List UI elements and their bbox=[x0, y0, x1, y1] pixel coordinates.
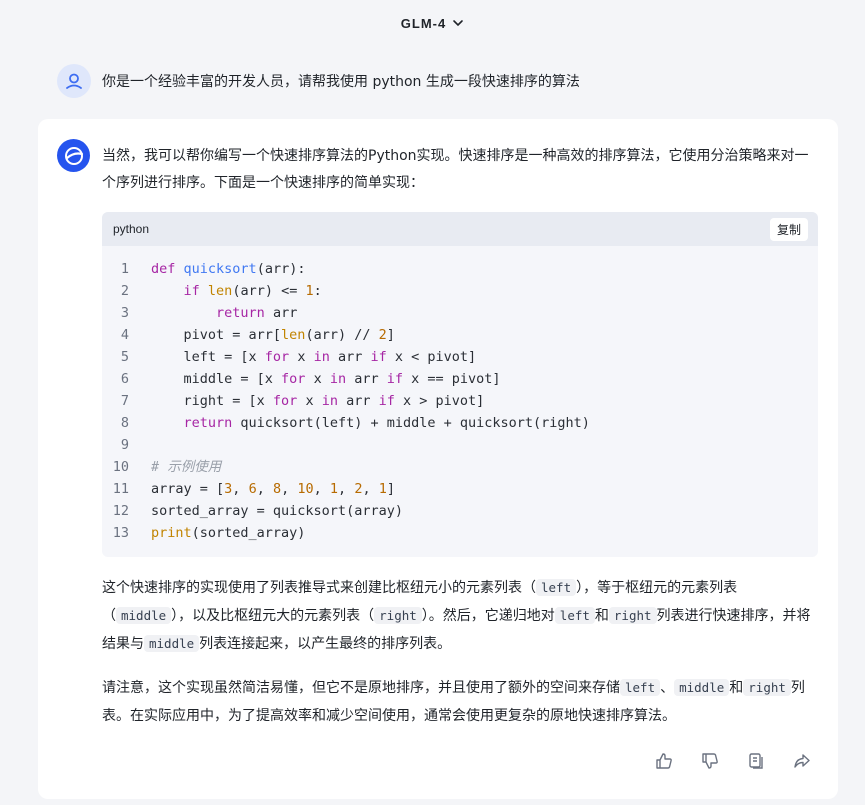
code-text: return quicksort(left) + middle + quicks… bbox=[183, 415, 590, 431]
line-number: 10 bbox=[112, 459, 129, 475]
para2-text-1: 请注意，这个实现虽然简洁易懂，但它不是原地排序，并且使用了额外的空间来存储 bbox=[102, 680, 620, 696]
code-text: if len(arr) <= 1: bbox=[183, 283, 322, 299]
code-body: 1 def quicksort(arr): 2 if len(arr) <= 1: 3… bbox=[102, 246, 818, 544]
code-line: 2 if len(arr) <= 1: bbox=[102, 280, 818, 302]
code-line: 6 middle = [x for x in arr if x == pivot… bbox=[102, 368, 818, 390]
chevron-down-icon bbox=[453, 20, 464, 27]
code-line: 7 right = [x for x in arr if x > pivot] bbox=[102, 390, 818, 412]
explanation-paragraph: 这个快速排序的实现使用了列表推导式来创建比枢纽元小的元素列表（ left ），等于枢… bbox=[102, 574, 822, 658]
model-name: GLM-4 bbox=[400, 15, 447, 31]
code-text: pivot = arr[len(arr) // 2] bbox=[151, 327, 395, 343]
code-line: 10 # 示例使用 bbox=[102, 456, 818, 478]
para1-text-7: 列表连接起来，以产生最终的排序列表。 bbox=[199, 636, 452, 652]
copy-icon[interactable] bbox=[744, 749, 768, 773]
code-text: middle = [x for x in arr if x == pivot] bbox=[151, 371, 501, 387]
user-message-text: 你是一个经验丰富的开发人员，请帮我使用 python 生成一段快速排序的算法 bbox=[102, 74, 580, 90]
code-line: 4 pivot = arr[len(arr) // 2] bbox=[102, 324, 818, 346]
chatglm-logo-icon bbox=[64, 146, 83, 165]
note-paragraph: 请注意，这个实现虽然简洁易懂，但它不是原地排序，并且使用了额外的空间来存储 lef… bbox=[102, 674, 822, 730]
line-number: 13 bbox=[112, 525, 129, 541]
code-line: 5 left = [x for x in arr if x < pivot] bbox=[102, 346, 818, 368]
thumbs-down-icon[interactable] bbox=[698, 749, 722, 773]
line-number: 8 bbox=[120, 415, 129, 431]
code-text: print(sorted_array) bbox=[151, 525, 306, 541]
thumbs-up-icon[interactable] bbox=[652, 749, 676, 773]
inline-code-middle: middle bbox=[116, 607, 172, 624]
code-header: python 复制 bbox=[102, 212, 818, 246]
code-line: 11 array = [3, 6, 8, 10, 1, 2, 1] bbox=[102, 478, 818, 500]
code-line: 9 bbox=[102, 434, 818, 456]
line-number: 11 bbox=[112, 481, 129, 497]
bot-avatar bbox=[57, 139, 90, 172]
line-number: 1 bbox=[120, 261, 129, 277]
code-text: array = [3, 6, 8, 10, 1, 2, 1] bbox=[151, 481, 395, 497]
para2-text-3: 和 bbox=[729, 680, 744, 696]
inline-code-middle: middle bbox=[144, 635, 200, 652]
para1-text-3: ），以及比枢纽元大的元素列表（ bbox=[171, 608, 375, 624]
code-text: sorted_array = quicksort(array) bbox=[151, 503, 403, 519]
answer-card: 当然，我可以帮你编写一个快速排序算法的Python实现。快速排序是一种高效的排序… bbox=[38, 119, 838, 799]
code-line: 8 return quicksort(left) + middle + quic… bbox=[102, 412, 818, 434]
copy-code-button[interactable]: 复制 bbox=[769, 217, 808, 241]
line-number: 9 bbox=[120, 437, 129, 453]
code-line: 13 print(sorted_array) bbox=[102, 522, 818, 544]
user-icon bbox=[66, 73, 82, 89]
inline-code-right: right bbox=[374, 607, 422, 624]
user-message: 你是一个经验丰富的开发人员，请帮我使用 python 生成一段快速排序的算法 bbox=[57, 64, 580, 98]
para1-text-1: 这个快速排序的实现使用了列表推导式来创建比枢纽元小的元素列表（ bbox=[102, 580, 536, 596]
inline-code-right: right bbox=[608, 607, 657, 624]
code-block: python 复制 1 def quicksort(arr): 2 if len(a… bbox=[102, 212, 818, 557]
line-number: 12 bbox=[112, 503, 129, 519]
user-avatar bbox=[57, 64, 91, 98]
code-text: left = [x for x in arr if x < pivot] bbox=[151, 349, 477, 365]
para1-text-5: 和 bbox=[594, 608, 609, 624]
header: GLM-4 bbox=[0, 0, 865, 46]
code-text: def quicksort(arr): bbox=[151, 261, 306, 277]
inline-code-left: left bbox=[536, 579, 577, 596]
inline-code-left: left bbox=[554, 607, 595, 624]
code-text: right = [x for x in arr if x > pivot] bbox=[151, 393, 485, 409]
inline-code-middle: middle bbox=[674, 679, 730, 696]
para1-text-4: ）。然后，它递归地对 bbox=[421, 608, 555, 624]
code-line: 3 return arr bbox=[102, 302, 818, 324]
code-line: 12 sorted_array = quicksort(array) bbox=[102, 500, 818, 522]
line-number: 2 bbox=[120, 283, 129, 299]
line-number: 5 bbox=[120, 349, 129, 365]
code-text: return arr bbox=[216, 305, 298, 321]
answer-intro: 当然，我可以帮你编写一个快速排序算法的Python实现。快速排序是一种高效的排序… bbox=[102, 148, 809, 191]
line-number: 4 bbox=[120, 327, 129, 343]
code-text: # 示例使用 bbox=[151, 459, 222, 475]
answer-actions bbox=[652, 749, 814, 773]
code-line: 1 def quicksort(arr): bbox=[102, 258, 818, 280]
para2-text-2: 、 bbox=[660, 680, 675, 696]
inline-code-right: right bbox=[743, 679, 791, 696]
model-selector[interactable]: GLM-4 bbox=[401, 16, 464, 31]
line-number: 6 bbox=[120, 371, 129, 387]
code-language: python bbox=[113, 222, 150, 236]
line-number: 7 bbox=[120, 393, 129, 409]
inline-code-left: left bbox=[620, 679, 661, 696]
share-icon[interactable] bbox=[790, 749, 814, 773]
line-number: 3 bbox=[120, 305, 129, 321]
